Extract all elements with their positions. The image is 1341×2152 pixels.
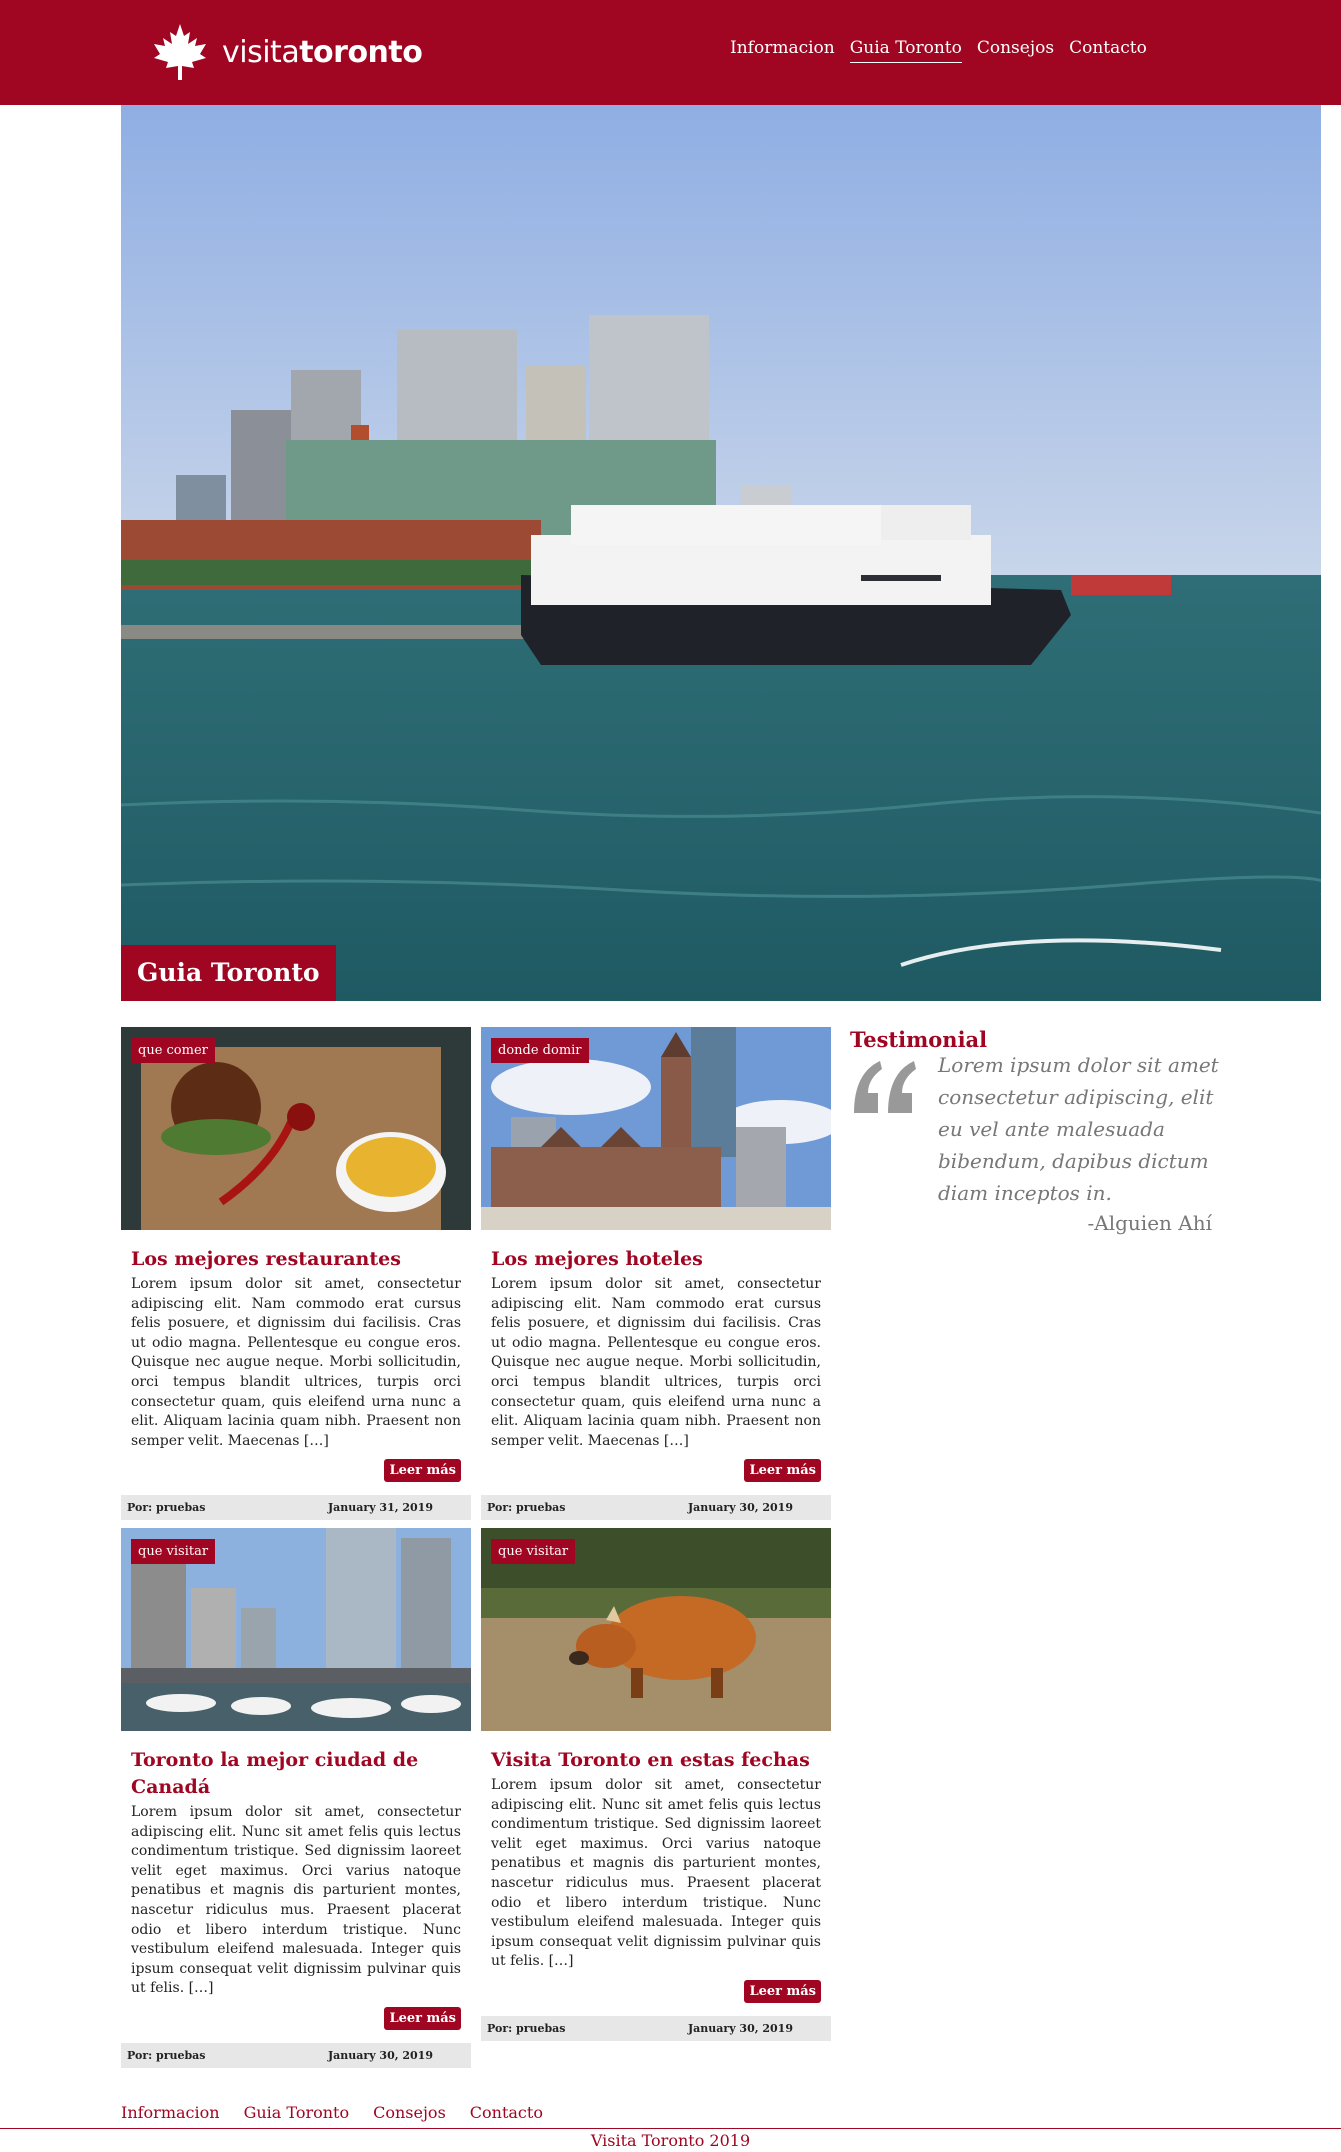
post-date: January 30, 2019 [687, 1501, 793, 1515]
nav-link-guia-toronto[interactable]: Guia Toronto [849, 38, 962, 63]
post-category-tag[interactable]: que visitar [131, 1539, 216, 1564]
post-title[interactable]: Visita Toronto en estas fechas [491, 1747, 821, 1774]
read-more-button[interactable]: Leer más [384, 1459, 461, 1483]
nav-link-consejos[interactable]: Consejos [977, 38, 1054, 63]
footer-copyright: Visita Toronto 2019 [590, 2131, 751, 2150]
site-logo-text: visitatoronto [222, 34, 423, 70]
nav-link-informacion[interactable]: Informacion [730, 38, 835, 63]
post-card: que visitar Visita Toronto en estas fech… [481, 1528, 831, 2041]
hero-banner: Guia Toronto [121, 105, 1321, 1001]
testimonial-author: -Alguien Ahí [1087, 1211, 1212, 1235]
main-nav: Informacion Guia Toronto Consejos Contac… [730, 38, 1162, 63]
testimonial-widget: Testimonial Lorem ipsum dolor sit amet c… [850, 1025, 1240, 1235]
post-author: Por: pruebas [127, 2048, 206, 2062]
post-title[interactable]: Los mejores hoteles [491, 1246, 821, 1273]
post-card: donde domir Los mejores hoteles Lorem ip… [481, 1027, 831, 1521]
post-date: January 31, 2019 [327, 1501, 433, 1515]
post-title[interactable]: Los mejores restaurantes [131, 1246, 461, 1273]
post-date: January 30, 2019 [327, 2048, 433, 2062]
post-excerpt: Lorem ipsum dolor sit amet, consectetur … [131, 1804, 461, 1997]
nav-link-contacto[interactable]: Contacto [1069, 38, 1147, 63]
post-title[interactable]: Toronto la mejor ciudad de Canadá [131, 1747, 461, 1801]
post-meta: Por: pruebas January 30, 2019 [481, 1495, 831, 1521]
post-author: Por: pruebas [487, 1501, 566, 1515]
footer-nav: Informacion Guia Toronto Consejos Contac… [121, 2103, 567, 2122]
site-header: visitatoronto Informacion Guia Toronto C… [0, 0, 1341, 105]
post-image[interactable]: donde domir [481, 1027, 831, 1230]
post-image[interactable]: que visitar [121, 1528, 471, 1731]
quote-mark-icon [854, 1061, 916, 1113]
read-more-button[interactable]: Leer más [744, 1979, 821, 2003]
post-image[interactable]: que visitar [481, 1528, 831, 1731]
post-excerpt: Lorem ipsum dolor sit amet, consectetur … [491, 1777, 821, 1970]
read-more-button[interactable]: Leer más [744, 1459, 821, 1483]
maple-leaf-icon [154, 24, 206, 80]
footer-link-informacion[interactable]: Informacion [121, 2103, 220, 2122]
testimonial-quote: Lorem ipsum dolor sit amet consectetur a… [938, 1053, 1219, 1205]
post-meta: Por: pruebas January 30, 2019 [121, 2042, 471, 2068]
post-author: Por: pruebas [127, 1501, 206, 1515]
post-image[interactable]: que comer [121, 1027, 471, 1230]
site-logo[interactable]: visitatoronto [150, 22, 423, 82]
hero-image [121, 105, 1321, 1001]
footer-link-contacto[interactable]: Contacto [470, 2103, 543, 2122]
post-excerpt: Lorem ipsum dolor sit amet, consectetur … [491, 1276, 821, 1449]
post-category-tag[interactable]: donde domir [491, 1038, 589, 1063]
post-meta: Por: pruebas January 31, 2019 [121, 1495, 471, 1521]
post-category-tag[interactable]: que comer [131, 1038, 215, 1063]
hero-caption: Guia Toronto [121, 945, 336, 1001]
post-card: que comer Los mejores restaurantes Lorem… [121, 1027, 471, 1521]
footer-link-consejos[interactable]: Consejos [373, 2103, 446, 2122]
post-card: que visitar Toronto la mejor ciudad de C… [121, 1528, 471, 2068]
post-category-tag[interactable]: que visitar [491, 1539, 576, 1564]
post-date: January 30, 2019 [687, 2021, 793, 2035]
read-more-button[interactable]: Leer más [384, 2006, 461, 2030]
post-meta: Por: pruebas January 30, 2019 [481, 2015, 831, 2041]
post-author: Por: pruebas [487, 2021, 566, 2035]
post-excerpt: Lorem ipsum dolor sit amet, consectetur … [131, 1276, 461, 1449]
footer-divider [0, 2128, 1341, 2129]
footer-link-guia-toronto[interactable]: Guia Toronto [244, 2103, 350, 2122]
